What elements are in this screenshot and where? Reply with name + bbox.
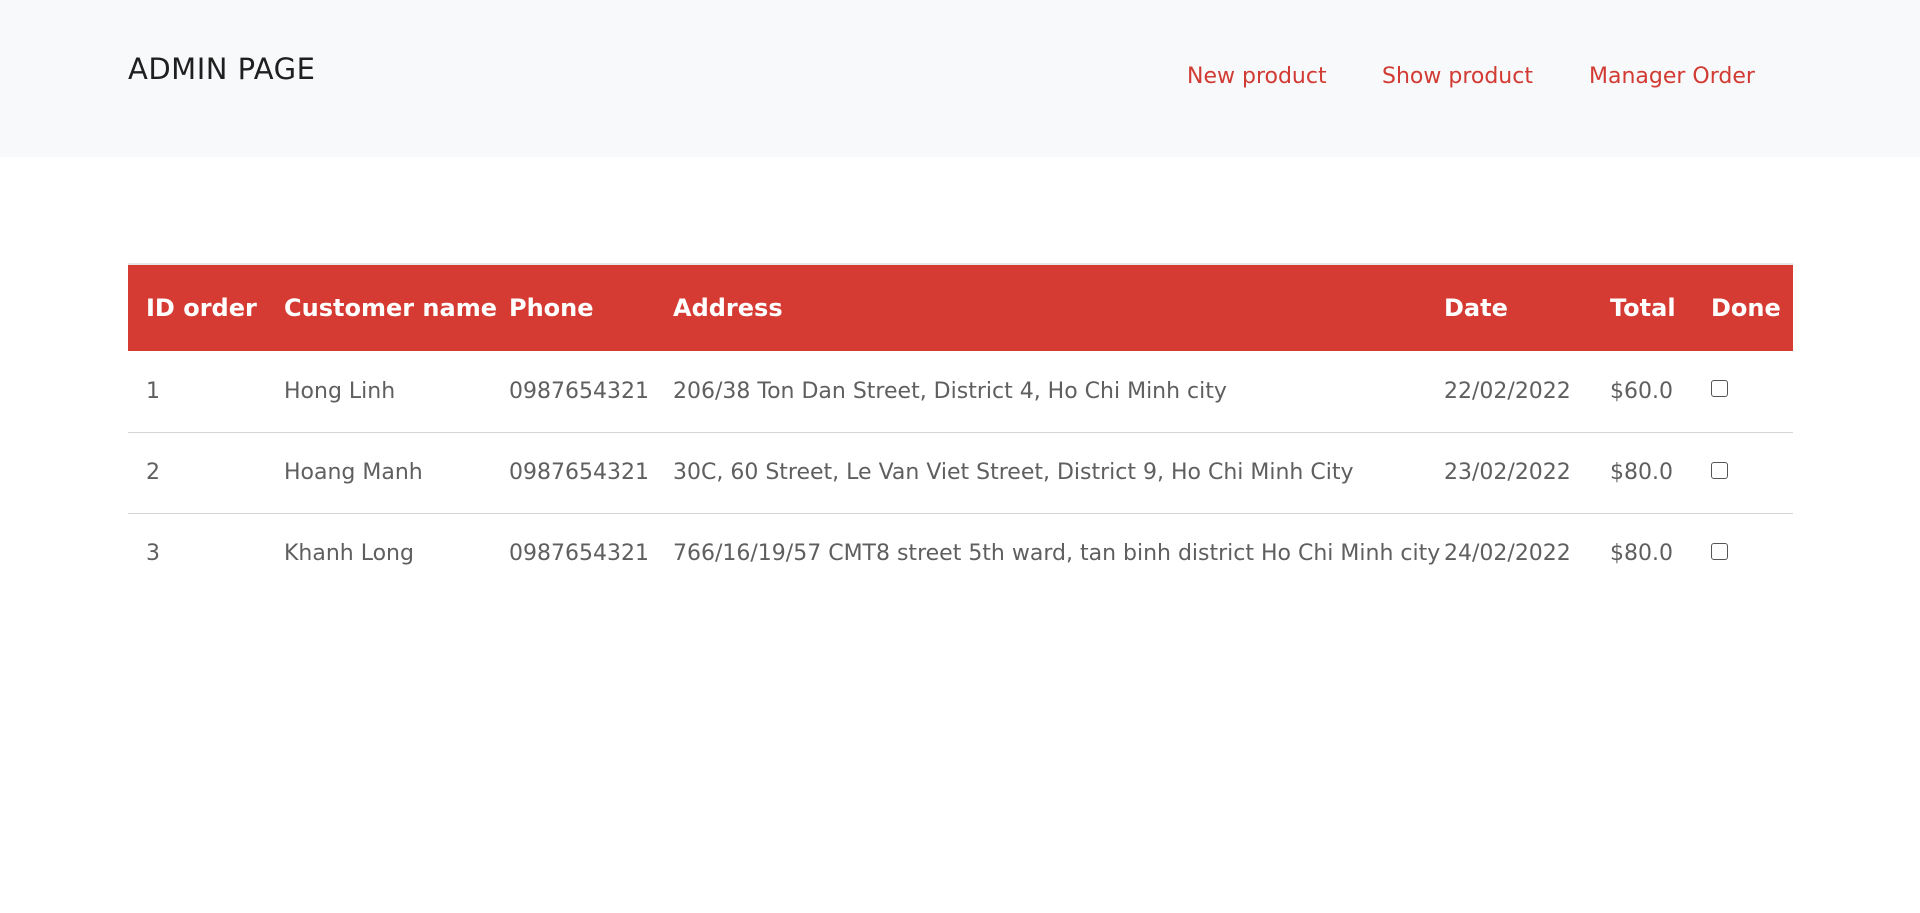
column-header-id-order: ID order xyxy=(128,263,266,351)
cell-done xyxy=(1693,513,1793,594)
cell-address: 206/38 Ton Dan Street, District 4, Ho Ch… xyxy=(673,378,1227,404)
table-header-row: ID order Customer name Phone Address Dat… xyxy=(128,263,1793,351)
cell-phone: 0987654321 xyxy=(509,541,649,567)
column-header-done: Done xyxy=(1693,263,1793,351)
cell-done xyxy=(1693,351,1793,432)
column-header-total: Total xyxy=(1592,263,1693,351)
cell-customer-name: Khanh Long xyxy=(284,541,414,567)
column-header-address: Address xyxy=(655,263,1426,351)
done-checkbox[interactable] xyxy=(1711,461,1728,479)
cell-total: $80.0 xyxy=(1610,541,1673,567)
cell-id-order: 1 xyxy=(146,378,160,404)
nav-link-show-product[interactable]: Show product xyxy=(1382,62,1533,92)
cell-date: 23/02/2022 xyxy=(1444,460,1571,485)
cell-address: 766/16/19/57 CMT8 street 5th ward, tan b… xyxy=(673,541,1441,567)
top-navbar: ADMIN PAGE New product Show product Mana… xyxy=(0,0,1920,157)
cell-date: 22/02/2022 xyxy=(1444,378,1571,404)
done-checkbox[interactable] xyxy=(1711,380,1728,398)
cell-customer-name: Hoang Manh xyxy=(284,460,423,485)
column-header-phone: Phone xyxy=(491,263,655,351)
cell-customer-name: Hong Linh xyxy=(284,378,396,404)
cell-done xyxy=(1693,432,1793,513)
table-row: 3 Khanh Long 0987654321 766/16/19/57 CMT… xyxy=(128,513,1793,594)
column-header-date: Date xyxy=(1426,263,1592,351)
cell-total: $80.0 xyxy=(1610,460,1673,485)
cell-phone: 0987654321 xyxy=(509,460,649,485)
table-row: 1 Hong Linh 0987654321 206/38 Ton Dan St… xyxy=(128,351,1793,432)
cell-id-order: 3 xyxy=(146,541,160,567)
nav-link-manager-order[interactable]: Manager Order xyxy=(1589,62,1755,92)
cell-id-order: 2 xyxy=(146,460,160,485)
table-row: 2 Hoang Manh 0987654321 30C, 60 Street, … xyxy=(128,432,1793,513)
cell-date: 24/02/2022 xyxy=(1444,541,1571,567)
done-checkbox[interactable] xyxy=(1711,542,1728,560)
nav-link-new-product[interactable]: New product xyxy=(1187,62,1327,92)
brand-title[interactable]: ADMIN PAGE xyxy=(128,50,315,88)
cell-total: $60.0 xyxy=(1610,378,1673,404)
orders-table: ID order Customer name Phone Address Dat… xyxy=(128,263,1793,594)
column-header-customer-name: Customer name xyxy=(266,263,497,351)
cell-address: 30C, 60 Street, Le Van Viet Street, Dist… xyxy=(673,460,1354,485)
cell-phone: 0987654321 xyxy=(509,378,649,404)
